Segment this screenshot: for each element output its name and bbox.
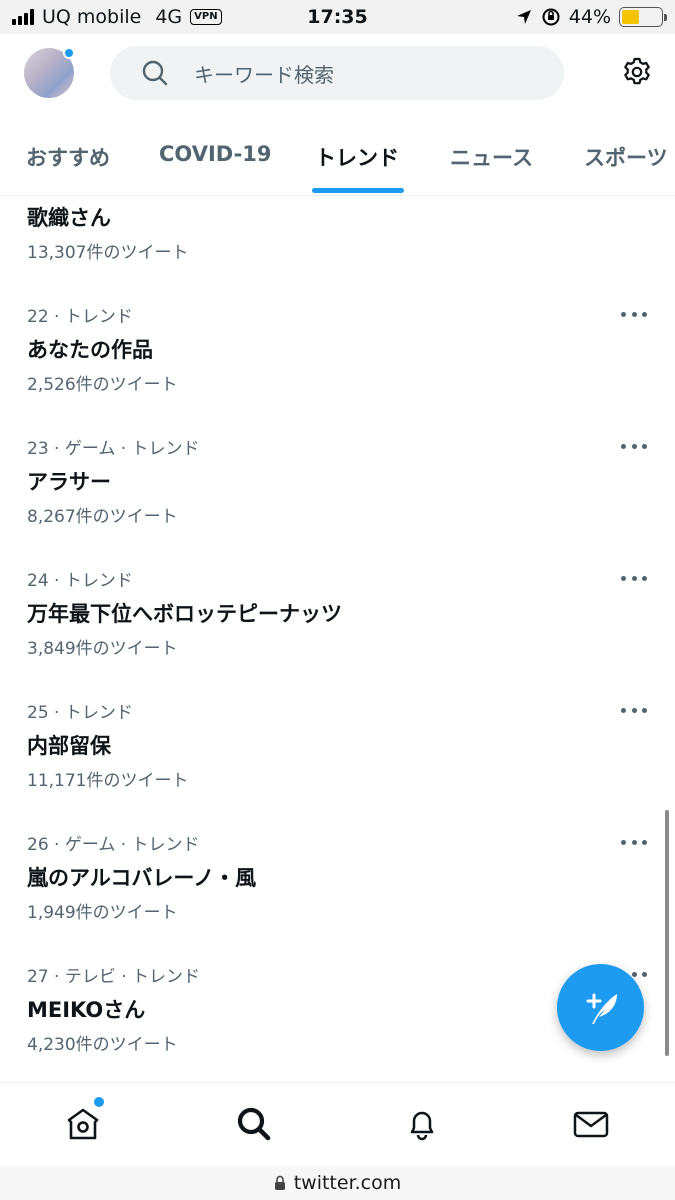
status-right: 44% [515,6,667,28]
more-options-icon[interactable] [621,442,647,450]
trend-meta: 23 · ゲーム · トレンド [27,439,200,459]
active-tab-indicator [312,188,404,193]
trend-meta: 27 · テレビ · トレンド [27,967,201,987]
trend-item[interactable]: 26 · ゲーム · トレンド 嵐のアルコバレーノ・風 1,949件のツイート [0,830,675,962]
trend-item[interactable]: 23 · ゲーム · トレンド アラサー 8,267件のツイート [0,434,675,566]
tab-covid[interactable]: COVID-19 [159,142,272,166]
explore-tabs: おすすめ COVID-19 トレンド ニュース スポーツ [0,114,675,196]
trend-meta: 26 · ゲーム · トレンド [27,835,200,855]
trend-list: 歌織さん 13,307件のツイート 22 · トレンド あなたの作品 2,526… [0,196,675,1082]
url-domain: twitter.com [293,1172,402,1194]
location-arrow-icon [516,10,531,24]
trend-name: 歌織さん [27,206,111,230]
more-options-icon[interactable] [621,838,647,846]
trend-name: 万年最下位へボロッテピーナッツ [27,602,342,626]
trend-tweet-count: 8,267件のツイート [27,507,178,527]
rotation-lock-icon [542,8,560,26]
home-icon[interactable] [64,1105,102,1143]
trend-name: あなたの作品 [27,338,153,362]
search-icon [142,60,168,86]
bottom-navigation [0,1082,675,1166]
trend-item[interactable]: 22 · トレンド あなたの作品 2,526件のツイート [0,302,675,434]
scrollbar[interactable] [665,810,669,1056]
battery-icon [619,7,667,27]
compose-feather-icon [586,993,617,1024]
more-options-icon[interactable] [621,574,647,582]
top-header: キーワード検索 [0,34,675,114]
trend-name: 内部留保 [27,734,111,758]
search-icon[interactable] [235,1105,273,1143]
trend-tweet-count: 13,307件のツイート [27,243,189,263]
browser-url-bar[interactable]: twitter.com [0,1166,675,1200]
compose-tweet-button[interactable] [557,964,644,1051]
status-bar: UQ mobile 4G VPN 17:35 44% [0,0,675,34]
trend-tweet-count: 11,171件のツイート [27,771,189,791]
trend-tweet-count: 1,949件のツイート [27,903,178,923]
avatar[interactable] [24,47,75,98]
trend-item[interactable]: 24 · トレンド 万年最下位へボロッテピーナッツ 3,849件のツイート [0,566,675,698]
trend-meta: 24 · トレンド [27,571,133,591]
lock-icon [274,1175,285,1190]
mail-icon[interactable] [572,1105,610,1143]
tab-trends[interactable]: トレンド [315,142,399,172]
trend-name: アラサー [27,470,111,494]
battery-percent: 44% [568,6,611,28]
trend-meta: 25 · トレンド [27,703,133,723]
trend-name: 嵐のアルコバレーノ・風 [27,866,257,890]
more-options-icon[interactable] [621,706,647,714]
trend-item[interactable]: 25 · トレンド 内部留保 11,171件のツイート [0,698,675,830]
search-placeholder: キーワード検索 [194,62,334,87]
home-notification-dot [94,1097,104,1107]
bell-icon[interactable] [403,1105,441,1143]
trend-tweet-count: 2,526件のツイート [27,375,178,395]
search-input[interactable]: キーワード検索 [110,46,564,100]
trend-tweet-count: 3,849件のツイート [27,639,178,659]
tab-recommended[interactable]: おすすめ [26,142,110,172]
trend-name: MEIKOさん [27,998,146,1022]
trend-tweet-count: 4,230件のツイート [27,1035,178,1055]
trend-meta: 22 · トレンド [27,307,133,327]
tab-sports[interactable]: スポーツ [584,142,668,172]
notification-dot [63,47,75,59]
more-options-icon[interactable] [621,310,647,318]
gear-icon[interactable] [621,56,653,88]
trend-item[interactable]: 歌織さん 13,307件のツイート [0,196,675,310]
tab-news[interactable]: ニュース [450,142,533,172]
